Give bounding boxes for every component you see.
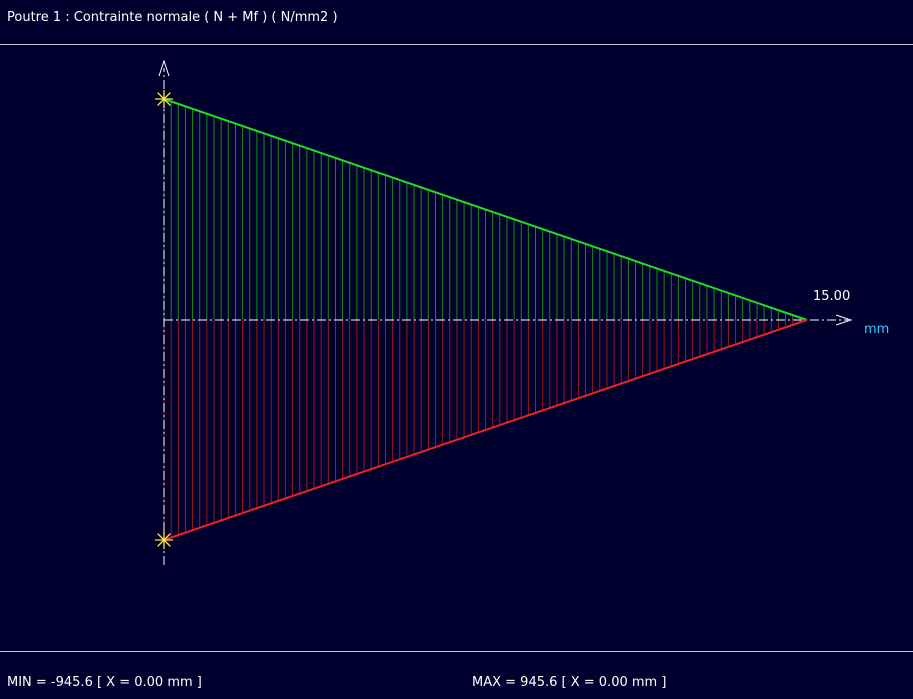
max-value-readout: MAX = 945.6 [ X = 0.00 mm ] bbox=[472, 675, 667, 690]
extremum-marker bbox=[155, 90, 173, 108]
x-axis-arrow bbox=[835, 314, 853, 326]
chart-window: Poutre 1 : Contrainte normale ( N + Mf )… bbox=[0, 0, 913, 699]
stress-diagram: 15.00 mm bbox=[155, 59, 889, 565]
footer-divider bbox=[0, 651, 913, 652]
x-axis-unit-label: mm bbox=[864, 322, 889, 337]
x-end-tick-label: 15.00 bbox=[813, 289, 850, 304]
min-value-readout: MIN = -945.6 [ X = 0.00 mm ] bbox=[7, 675, 202, 690]
axes bbox=[158, 59, 853, 565]
extremum-marker bbox=[155, 531, 173, 549]
